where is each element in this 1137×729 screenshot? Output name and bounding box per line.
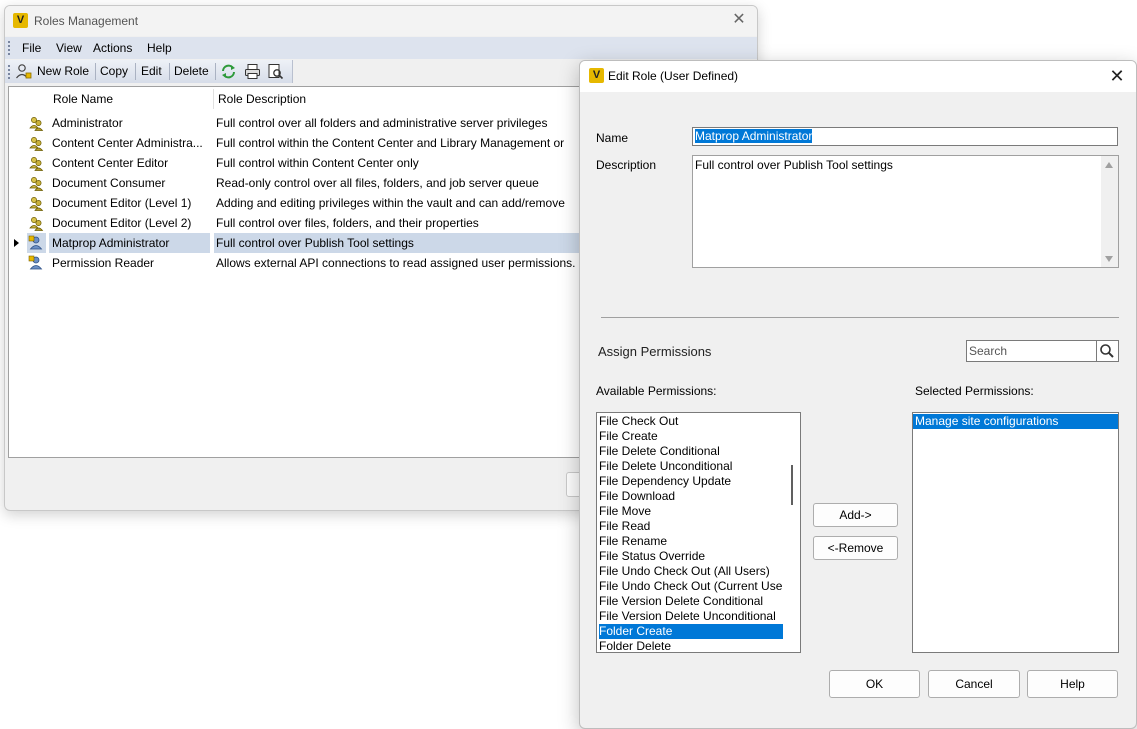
available-permissions-list[interactable]: File Check Out File Create File Delete Con…: [596, 412, 801, 653]
role-group-icon: [27, 133, 46, 153]
selected-permissions-label: Selected Permissions:: [915, 384, 1034, 398]
list-item[interactable]: File Status Override: [599, 549, 783, 564]
list-item[interactable]: Folder Create: [599, 624, 783, 639]
print-icon[interactable]: [244, 63, 261, 80]
list-item[interactable]: File Delete Conditional: [599, 444, 783, 459]
list-item[interactable]: File Rename: [599, 534, 783, 549]
role-name-cell: Document Consumer: [52, 176, 166, 190]
list-item[interactable]: File Download: [599, 489, 783, 504]
available-permissions-label: Available Permissions:: [596, 384, 717, 398]
edit-role-dialog: V Edit Role (User Defined) ✕ Name Matpro…: [579, 60, 1137, 729]
list-item[interactable]: File Move: [599, 504, 783, 519]
toolbar-separator: [135, 63, 136, 80]
new-role-button[interactable]: New Role: [34, 62, 92, 80]
current-row-arrow-icon: [14, 239, 19, 247]
scroll-down-icon[interactable]: [1105, 256, 1113, 262]
name-input-selected-text: Matprop Administrator: [695, 129, 813, 143]
menu-file[interactable]: File: [19, 40, 44, 56]
toolbar: New Role Copy Edit Delete: [5, 60, 293, 83]
copy-button[interactable]: Copy: [97, 62, 131, 80]
description-label: Description: [596, 158, 657, 172]
add-button[interactable]: Add->: [813, 503, 898, 527]
roles-titlebar[interactable]: V Roles Management ✕: [5, 6, 757, 36]
selected-permissions-list[interactable]: Manage site configurations: [912, 412, 1119, 653]
list-item[interactable]: File Delete Unconditional: [599, 459, 783, 474]
refresh-icon[interactable]: [220, 63, 237, 80]
cancel-button[interactable]: Cancel: [928, 670, 1020, 698]
list-item[interactable]: File Undo Check Out (Current User): [599, 579, 783, 594]
search-input[interactable]: Search: [966, 340, 1097, 362]
edit-button[interactable]: Edit: [138, 62, 165, 80]
role-name-cell: Document Editor (Level 1): [52, 196, 192, 210]
toolbar-separator: [215, 63, 216, 80]
name-label: Name: [596, 131, 629, 145]
scroll-up-icon[interactable]: [1105, 162, 1113, 168]
edit-dialog-titlebar[interactable]: V Edit Role (User Defined) ✕: [580, 61, 1136, 92]
assign-permissions-label: Assign Permissions: [598, 344, 712, 359]
role-group-icon: [27, 113, 46, 133]
toolbar-separator: [169, 63, 170, 80]
list-item[interactable]: File Version Delete Conditional: [599, 594, 783, 609]
toolbar-separator: [95, 63, 96, 80]
role-user-icon: [27, 253, 46, 273]
role-group-icon: [27, 213, 46, 233]
description-scrollbar[interactable]: [1101, 156, 1118, 267]
list-item[interactable]: Manage site configurations: [913, 414, 1118, 429]
list-item[interactable]: File Read: [599, 519, 783, 534]
menu-help[interactable]: Help: [144, 40, 175, 56]
roles-window-title: Roles Management: [34, 14, 139, 28]
ok-button[interactable]: OK: [829, 670, 920, 698]
section-divider: [601, 317, 1119, 318]
list-item[interactable]: File Check Out: [599, 414, 783, 429]
description-textarea[interactable]: Full control over Publish Tool settings: [692, 155, 1119, 268]
search-icon[interactable]: [1097, 340, 1119, 362]
list-item[interactable]: File Undo Check Out (All Users): [599, 564, 783, 579]
help-button[interactable]: Help: [1027, 670, 1118, 698]
roles-close-icon[interactable]: ✕: [729, 10, 749, 30]
role-user-icon: [27, 233, 46, 253]
remove-button[interactable]: <-Remove: [813, 536, 898, 560]
print-preview-icon[interactable]: [267, 63, 284, 80]
role-name-cell: Document Editor (Level 2): [52, 216, 192, 230]
vault-app-icon: V: [13, 13, 28, 28]
edit-close-icon[interactable]: ✕: [1106, 65, 1128, 87]
role-name-cell: Content Center Editor: [52, 156, 169, 170]
menu-actions[interactable]: Actions: [90, 40, 135, 56]
delete-button[interactable]: Delete: [171, 62, 212, 80]
menubar-grip-icon[interactable]: [8, 41, 13, 55]
role-group-icon: [27, 153, 46, 173]
list-item[interactable]: File Create: [599, 429, 783, 444]
role-name-cell: Permission Reader: [52, 256, 155, 270]
role-name-cell: Content Center Administra...: [52, 136, 203, 150]
column-header-role-name[interactable]: Role Name: [49, 89, 214, 109]
available-scrollbar-thumb[interactable]: [791, 465, 793, 505]
toolbar-grip-icon[interactable]: [8, 65, 13, 79]
new-role-icon[interactable]: [15, 63, 32, 80]
role-group-icon: [27, 193, 46, 213]
role-group-icon: [27, 173, 46, 193]
list-item[interactable]: File Version Delete Unconditional: [599, 609, 783, 624]
role-name-cell: Matprop Administrator: [49, 233, 210, 253]
list-item[interactable]: File Dependency Update: [599, 474, 783, 489]
name-input[interactable]: Matprop Administrator: [692, 127, 1118, 146]
description-text: Full control over Publish Tool settings: [695, 158, 893, 172]
menu-bar: File View Actions Help: [5, 37, 757, 59]
edit-dialog-title: Edit Role (User Defined): [608, 69, 739, 83]
list-item[interactable]: Folder Delete: [599, 639, 783, 652]
vault-app-icon: V: [589, 68, 604, 83]
menu-view[interactable]: View: [53, 40, 85, 56]
role-name-cell: Administrator: [52, 116, 123, 130]
